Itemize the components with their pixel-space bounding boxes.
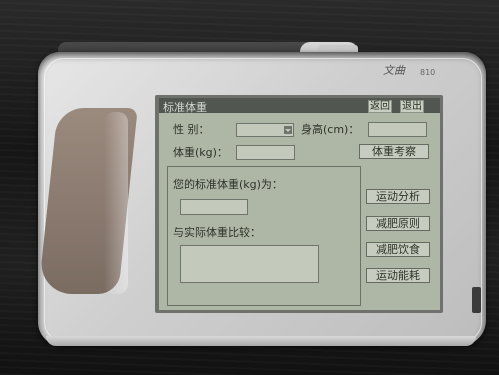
gender-label: 性 别： xyxy=(173,123,210,136)
lcd-screen: 标准体重 返回 退出 性 别： 身高(cm)： 体重(kg)： 体重考察 您的标… xyxy=(159,98,440,310)
title-bar: 标准体重 返回 退出 xyxy=(159,98,440,114)
brand-logo: 文曲 xyxy=(383,64,405,77)
weight-loss-diet-button[interactable]: 减肥饮食 xyxy=(366,242,430,257)
standard-weight-label: 您的标准体重(kg)为： xyxy=(173,178,283,191)
chevron-down-icon[interactable] xyxy=(284,126,292,134)
weight-loss-principles-button[interactable]: 减肥原则 xyxy=(366,216,430,231)
height-input[interactable] xyxy=(368,122,427,137)
exercise-analysis-button[interactable]: 运动分析 xyxy=(366,189,430,204)
model-number: 810 xyxy=(420,68,436,77)
weight-input[interactable] xyxy=(236,145,295,160)
side-port xyxy=(472,287,481,313)
gender-select[interactable] xyxy=(236,123,294,137)
back-button[interactable]: 返回 xyxy=(368,100,392,113)
result-panel: 您的标准体重(kg)为： 与实际体重比较： xyxy=(167,166,361,306)
weight-label: 体重(kg)： xyxy=(173,146,228,159)
standard-weight-field xyxy=(180,199,248,215)
app-title: 标准体重 xyxy=(163,101,207,114)
compare-field xyxy=(180,245,319,283)
exercise-energy-button[interactable]: 运动能耗 xyxy=(366,268,430,283)
compare-label: 与实际体重比较： xyxy=(173,226,261,239)
height-label: 身高(cm)： xyxy=(301,123,360,136)
exit-button[interactable]: 退出 xyxy=(400,100,424,113)
weight-check-button[interactable]: 体重考察 xyxy=(359,144,429,159)
device-bottom-edge xyxy=(46,336,476,346)
grip-highlight xyxy=(104,112,128,294)
